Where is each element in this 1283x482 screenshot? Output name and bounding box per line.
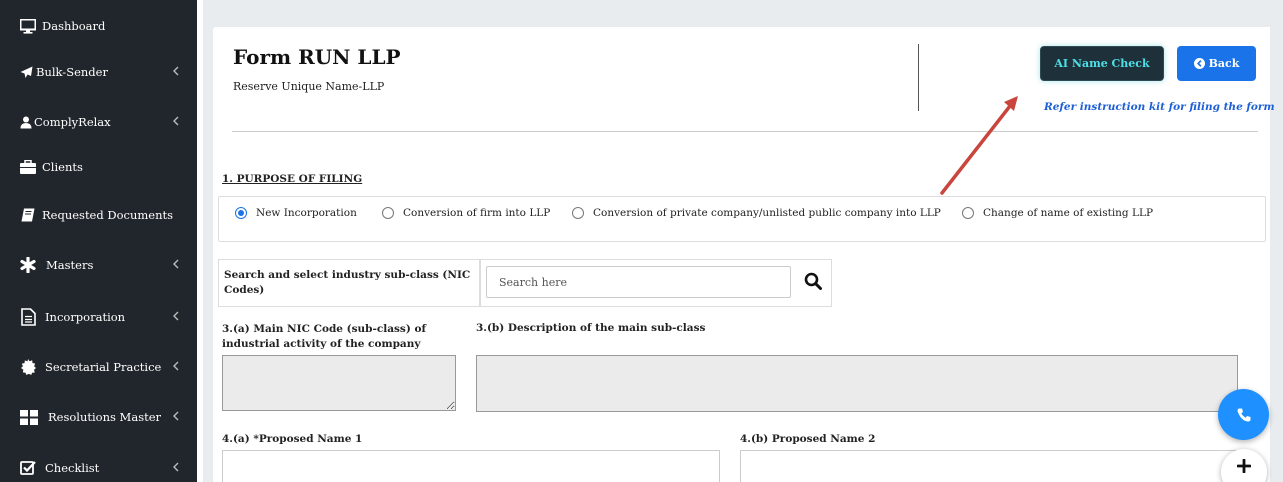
purpose-options-box [218,196,1266,242]
nic-code-label: 3.(a) Main NIC Code (sub-class) of indus… [222,323,426,350]
radio-icon [382,207,394,219]
paper-plane-icon [20,64,33,80]
proposed-name-2-label: 4.(b) Proposed Name 2 [740,433,876,445]
sidebar-item-label: Resolutions Master [48,410,162,424]
radio-label: Conversion of firm into LLP [403,207,551,219]
sidebar-item-complyrelax[interactable]: ComplyRelax [0,102,197,142]
chevron-left-icon [173,311,179,321]
chevron-left-icon [173,259,179,269]
description-field [476,355,1238,412]
sidebar-item-label: Dashboard [42,19,106,33]
proposed-name-1-input[interactable] [222,450,720,482]
page-title: Form RUN LLP [233,45,401,69]
sidebar-item-label: Secretarial Practice [45,360,162,374]
sidebar-item-label: Checklist [45,461,100,475]
sidebar-item-label: Bulk-Sender [36,65,108,79]
sidebar-item-checklist[interactable]: Checklist [0,448,197,482]
grid-icon [20,409,38,425]
form-card [213,27,1270,482]
asterisk-icon [20,257,36,273]
header-divider [918,44,919,111]
radio-change-name[interactable]: Change of name of existing LLP [962,207,1153,219]
sidebar-item-masters[interactable]: Masters [0,245,197,285]
radio-label: Conversion of private company/unlisted p… [593,207,941,219]
search-icon[interactable] [804,272,822,290]
description-label: 3.(b) Description of the main sub-class [476,322,706,334]
sidebar: Dashboard Bulk-Sender ComplyRelax Client… [0,0,197,482]
sidebar-item-requested-documents[interactable]: Requested Documents [0,195,197,235]
ai-name-check-label: AI Name Check [1054,57,1150,70]
industry-search-label: Search and select industry sub-class (NI… [218,259,480,307]
chevron-left-icon [173,116,179,126]
radio-icon [962,207,974,219]
proposed-name-1-label: 4.(a) *Proposed Name 1 [222,433,363,445]
sidebar-item-resolutions-master[interactable]: Resolutions Master [0,397,197,437]
phone-icon [1237,408,1250,421]
chevron-left-icon [173,462,179,472]
plus-icon [1237,459,1251,473]
back-label: Back [1208,57,1240,70]
industry-search-input[interactable] [486,266,791,298]
sidebar-item-clients[interactable]: Clients [0,147,197,187]
radio-new-incorporation[interactable]: New Incorporation [235,207,357,219]
page-subtitle: Reserve Unique Name-LLP [233,80,385,93]
radio-conversion-firm[interactable]: Conversion of firm into LLP [382,207,550,219]
checkbox-icon [20,460,36,476]
sidebar-item-label: Masters [46,258,94,272]
document-icon [20,308,36,326]
call-button[interactable] [1218,389,1269,440]
header-rule [232,131,1258,132]
sidebar-item-label: ComplyRelax [34,115,111,129]
sidebar-item-incorporation[interactable]: Incorporation [0,297,197,337]
chevron-left-icon [173,361,179,371]
purpose-section-title: 1. PURPOSE OF FILING [222,173,363,185]
book-icon [20,207,36,223]
chevron-left-icon [173,411,179,421]
radio-label: New Incorporation [256,207,357,219]
radio-selected-icon [235,207,247,219]
briefcase-icon [20,159,36,175]
instruction-kit-link[interactable]: Refer instruction kit for filing the for… [1044,101,1275,113]
user-icon [20,114,32,130]
sidebar-item-secretarial-practice[interactable]: Secretarial Practice [0,347,197,387]
sidebar-item-label: Incorporation [45,310,126,324]
nic-code-textarea[interactable] [222,355,456,411]
back-button[interactable]: Back [1177,46,1256,81]
proposed-name-2-input[interactable] [740,450,1240,482]
ai-name-check-button[interactable]: AI Name Check [1040,46,1164,81]
radio-conversion-company[interactable]: Conversion of private company/unlisted p… [572,207,941,219]
monitor-icon [20,18,36,34]
annotation-arrow [940,96,1018,195]
sidebar-item-bulk-sender[interactable]: Bulk-Sender [0,52,197,92]
circle-arrow-left-icon [1193,58,1205,69]
radio-icon [572,207,584,219]
radio-label: Change of name of existing LLP [983,207,1154,219]
sidebar-item-dashboard[interactable]: Dashboard [0,6,197,46]
sidebar-item-label: Clients [42,160,83,174]
certificate-icon [20,359,36,375]
sidebar-item-label: Requested Documents [42,208,174,222]
chevron-left-icon [173,66,179,76]
